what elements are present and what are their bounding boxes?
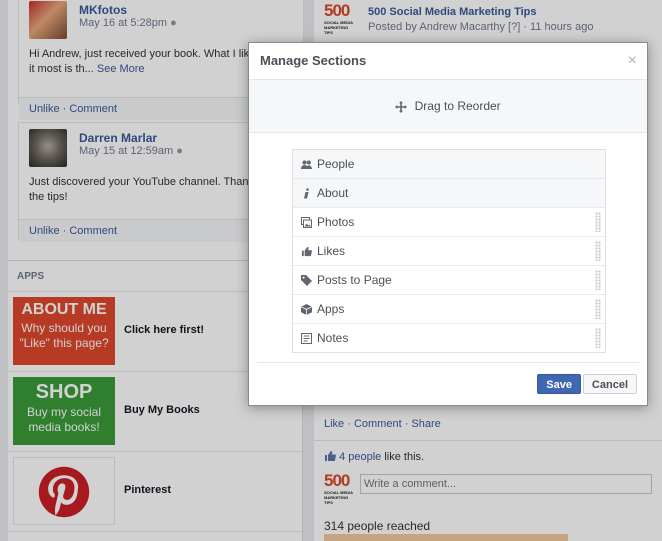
- drag-to-reorder-bar: Drag to Reorder: [249, 80, 647, 133]
- manage-sections-dialog: Manage Sections × Drag to Reorder People…: [248, 42, 648, 406]
- section-item-notes[interactable]: Notes: [293, 324, 605, 352]
- section-label: Apps: [317, 302, 345, 316]
- section-item-people: People: [293, 150, 605, 179]
- close-icon[interactable]: ×: [628, 43, 637, 79]
- notes-icon: [301, 333, 312, 344]
- section-label: People: [317, 157, 355, 171]
- section-label: Photos: [317, 215, 355, 229]
- drag-handle[interactable]: [595, 299, 601, 319]
- section-label: Likes: [317, 244, 346, 258]
- section-item-posts-to-page[interactable]: Posts to Page: [293, 266, 605, 295]
- photos-icon: [301, 217, 312, 228]
- section-label: About: [317, 186, 349, 200]
- move-icon: [395, 100, 408, 113]
- section-label: Posts to Page: [317, 273, 392, 287]
- info-icon: [304, 188, 309, 199]
- drag-handle[interactable]: [595, 328, 601, 348]
- drag-handle[interactable]: [595, 270, 601, 290]
- sections-list: People About Photos Likes Posts to Page …: [292, 149, 606, 353]
- section-item-about: About: [293, 179, 605, 208]
- save-button[interactable]: Save: [537, 374, 581, 394]
- section-item-apps[interactable]: Apps: [293, 295, 605, 324]
- dialog-footer: Save Cancel: [257, 362, 639, 405]
- thumbs-up-icon: [301, 246, 312, 257]
- drag-handle[interactable]: [595, 241, 601, 261]
- tag-icon: [301, 275, 312, 286]
- section-item-photos[interactable]: Photos: [293, 208, 605, 237]
- drag-label: Drag to Reorder: [414, 99, 501, 113]
- cancel-button[interactable]: Cancel: [582, 374, 637, 394]
- section-label: Notes: [317, 331, 349, 345]
- drag-handle[interactable]: [595, 212, 601, 232]
- people-icon: [301, 160, 312, 169]
- dialog-title: Manage Sections: [260, 53, 367, 68]
- cube-icon: [301, 304, 312, 315]
- section-item-likes[interactable]: Likes: [293, 237, 605, 266]
